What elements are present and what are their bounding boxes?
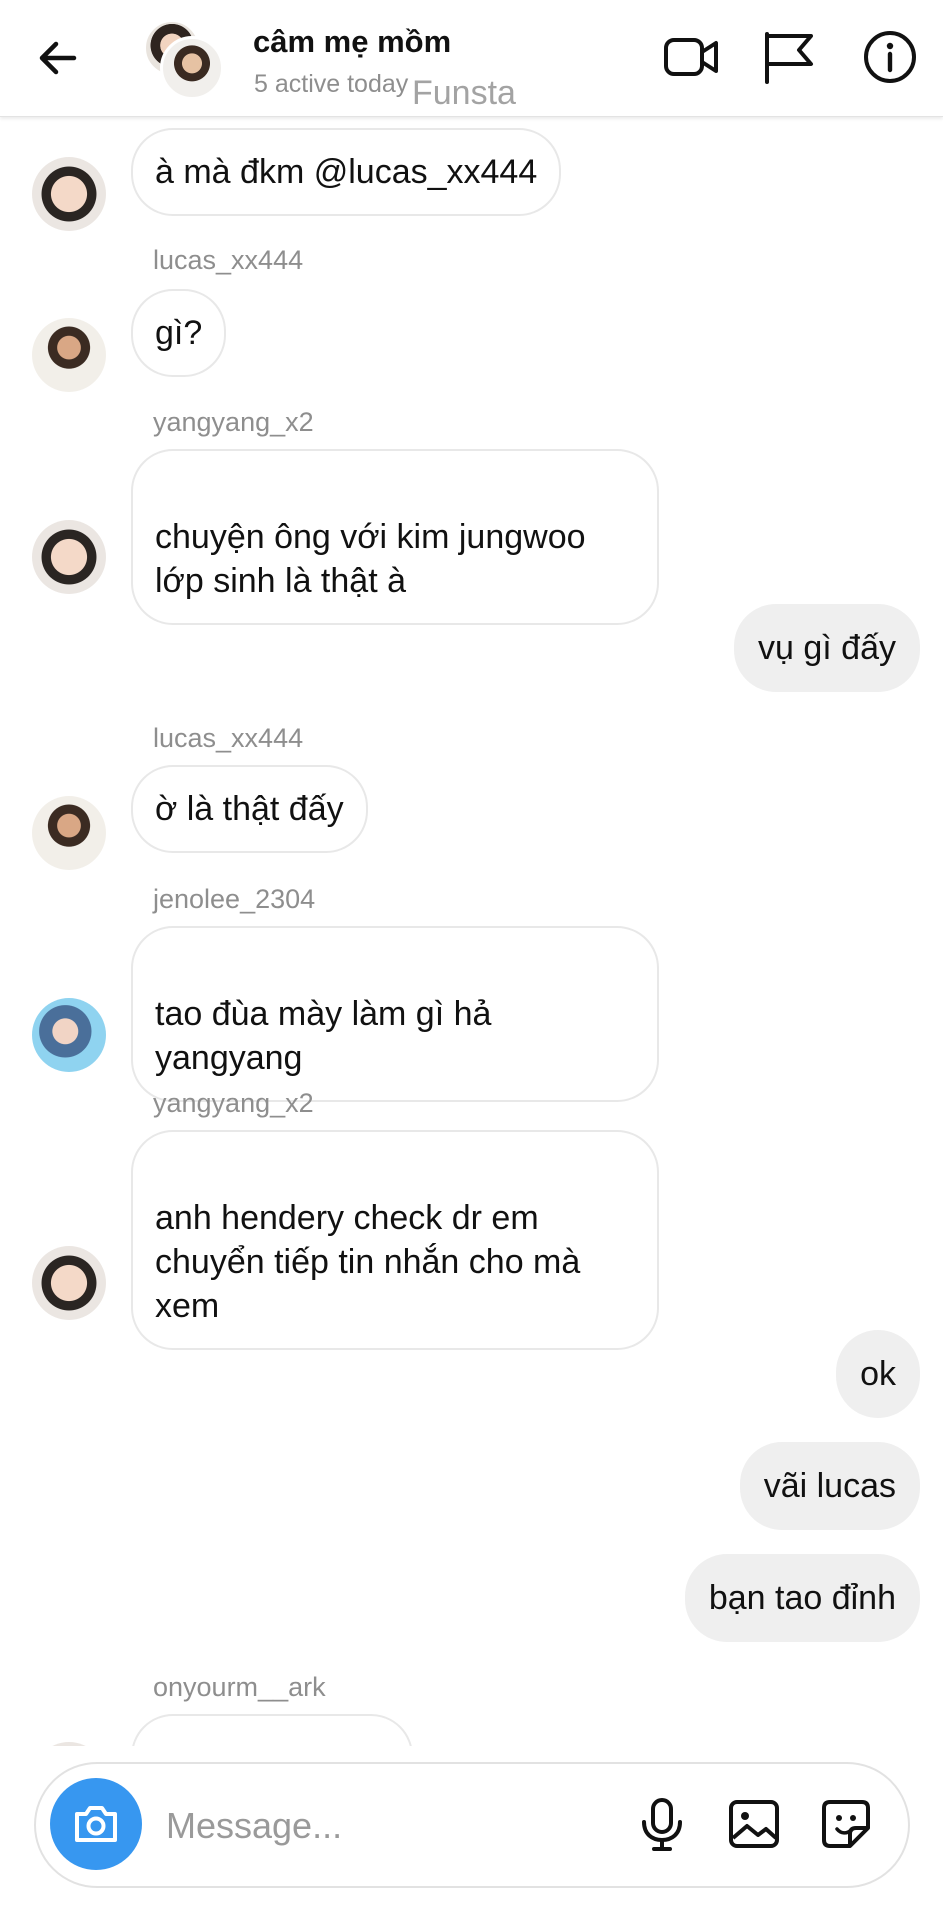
message-composer [34,1762,910,1888]
message-thread[interactable]: à mà đkm @lucas_xx444 lucas_xx444 gì? ya… [0,116,943,1746]
watermark: Funsta [412,74,516,112]
sender-name: yangyang_x2 [153,407,314,437]
message-text: bạn tao đỉnh [708,1579,896,1617]
sender-avatar[interactable] [32,1742,106,1746]
message-text: anh hendery check dr em chuyển tiếp tin … [155,1199,581,1325]
group-avatar[interactable] [144,20,224,100]
camera-icon [75,1806,117,1842]
message-bubble[interactable]: ờ là thật đấy [131,765,368,853]
sender-name: jenolee_2304 [153,884,316,914]
active-status: 5 active today [254,70,409,98]
sticker-icon [822,1800,870,1848]
message-text: à mà đkm @lucas_xx444 [155,153,538,191]
sender-avatar[interactable] [32,520,106,594]
gallery-icon [729,1800,779,1848]
message-bubble[interactable]: à mà đkm @lucas_xx444 [131,128,562,216]
back-button[interactable] [30,30,86,86]
message-bubble[interactable]: tao đùa mày làm gì hả yangyang [131,926,659,1102]
message-bubble-outgoing[interactable]: vãi lucas [739,1442,920,1530]
message-text: ờ là thật đấy [155,790,344,828]
sender-name: yangyang_x2 [153,1088,314,1118]
message-text: tao đùa mày làm gì hả yangyang [155,995,492,1077]
message-bubble[interactable] [131,1714,413,1746]
info-button[interactable] [861,28,919,86]
sender-avatar[interactable] [32,998,106,1072]
message-bubble[interactable]: anh hendery check dr em chuyển tiếp tin … [131,1130,659,1350]
camera-button[interactable] [50,1778,142,1870]
video-call-button[interactable] [662,28,720,86]
video-call-icon [664,38,718,76]
sender-name: lucas_xx444 [153,245,304,275]
message-text: gì? [155,314,203,352]
message-input[interactable] [164,1797,628,1855]
sender-avatar[interactable] [32,157,106,231]
message-text: ok [860,1355,896,1393]
microphone-icon [642,1798,682,1851]
sender-name: lucas_xx444 [153,723,304,753]
message-bubble-outgoing[interactable]: ok [836,1330,920,1418]
sticker-button[interactable] [816,1794,876,1854]
sender-avatar[interactable] [32,1246,106,1320]
sender-avatar[interactable] [32,796,106,870]
report-button[interactable] [759,28,817,86]
message-text: chuyện ông với kim jungwoo lớp sinh là t… [155,518,586,600]
chat-title[interactable]: câm mẹ mồm [253,24,451,60]
message-text: vãi lucas [763,1467,896,1505]
message-bubble[interactable]: gì? [131,289,227,377]
back-arrow-icon [39,41,77,75]
flag-icon [765,32,813,84]
message-text: vụ gì đấy [758,629,896,667]
info-icon [864,31,916,83]
voice-message-button[interactable] [632,1794,692,1854]
message-bubble[interactable]: chuyện ông với kim jungwoo lớp sinh là t… [131,449,659,625]
gallery-button[interactable] [724,1794,784,1854]
sender-name: onyourm__ark [153,1672,326,1702]
message-bubble-outgoing[interactable]: vụ gì đấy [734,604,920,692]
message-bubble-outgoing[interactable]: bạn tao đỉnh [684,1554,920,1642]
sender-avatar[interactable] [32,318,106,392]
group-avatar-front [160,36,224,100]
